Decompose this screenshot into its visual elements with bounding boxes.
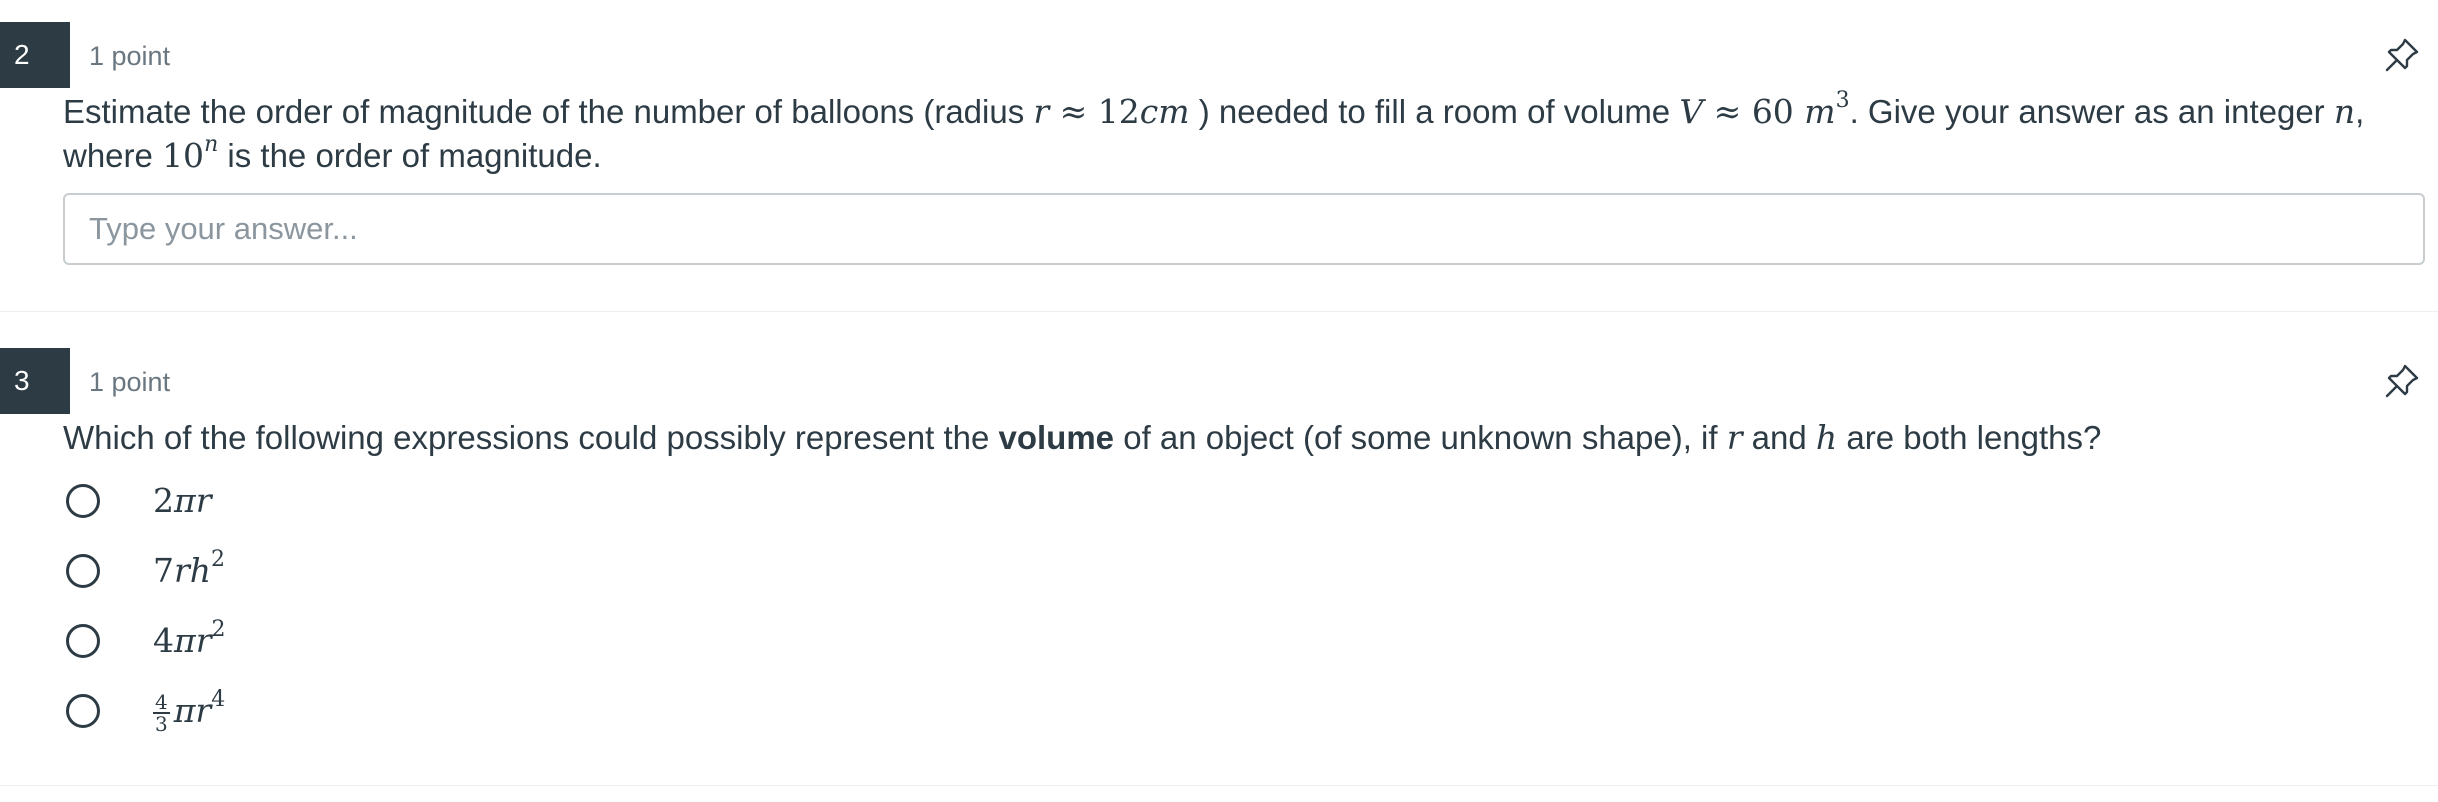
expr-exponent: 2 — [211, 617, 226, 642]
expr-body: πr — [173, 691, 212, 730]
answer-choice-3[interactable]: 4πr2 — [63, 615, 763, 671]
question-divider — [0, 311, 2438, 312]
prompt-text: . Give your answer as an integer — [1849, 93, 2334, 130]
question-number-badge: 3 — [0, 348, 70, 414]
answer-choice-4[interactable]: 4 3 πr4 — [63, 685, 763, 741]
answer-choice-1[interactable]: 2πr — [63, 475, 763, 531]
prompt-text: are both lengths? — [1837, 419, 2102, 456]
prompt-text: is the order of magnitude. — [218, 137, 602, 174]
expr-body: πr — [174, 621, 212, 660]
expr-coefficient: 2 — [153, 481, 174, 520]
radio-button[interactable] — [66, 694, 100, 728]
choice-expression: 4πr2 — [153, 617, 225, 665]
pin-icon[interactable] — [2383, 362, 2421, 400]
math-approx: ≈ — [1703, 92, 1752, 131]
expr-coefficient: 7 — [153, 551, 174, 590]
expr-exponent: 4 — [211, 687, 226, 712]
radio-button[interactable] — [66, 624, 100, 658]
math-number: 10 — [162, 136, 205, 175]
math-volume-var: V — [1679, 92, 1704, 131]
points-label: 1 point — [89, 41, 171, 71]
math-height-var: h — [1815, 418, 1838, 457]
expr-exponent: 2 — [211, 547, 226, 572]
prompt-bold-text: volume — [998, 419, 1115, 456]
math-radius-var: r — [1033, 92, 1050, 131]
choice-expression: 7rh2 — [153, 547, 225, 595]
question-2: 2 1 point Estimate the order of magnitud… — [0, 22, 2438, 312]
expr-coefficient: 4 — [153, 621, 174, 660]
points-label: 1 point — [89, 367, 171, 397]
prompt-text: and — [1742, 419, 1816, 456]
math-unit: m — [1804, 92, 1836, 131]
question-prompt: Estimate the order of magnitude of the n… — [63, 90, 2423, 178]
question-divider — [0, 785, 2438, 786]
math-number: 12 — [1097, 92, 1140, 131]
prompt-text: Estimate the order of magnitude of the n… — [63, 93, 1034, 130]
prompt-text: of an object (of some unknown shape), if — [1114, 419, 1727, 456]
fraction-denominator: 3 — [155, 712, 168, 736]
math-exponent: n — [204, 132, 219, 157]
prompt-text: Which of the following expressions could… — [63, 419, 999, 456]
answer-choice-2[interactable]: 7rh2 — [63, 545, 763, 601]
math-number: 60 — [1751, 92, 1805, 131]
choice-expression: 2πr — [153, 477, 211, 525]
fraction-numerator: 4 — [153, 690, 170, 714]
math-approx: ≈ — [1049, 92, 1098, 131]
expr-body: πr — [174, 481, 212, 520]
math-exponent: 3 — [1835, 88, 1850, 113]
question-3: 3 1 point Which of the following express… — [0, 348, 2438, 780]
math-unit: cm — [1139, 92, 1190, 131]
radio-button[interactable] — [66, 484, 100, 518]
pin-icon[interactable] — [2383, 36, 2421, 74]
question-number-badge: 2 — [0, 22, 70, 88]
radio-button[interactable] — [66, 554, 100, 588]
question-prompt: Which of the following expressions could… — [63, 416, 2423, 460]
expr-body: rh — [174, 551, 212, 590]
math-integer-var: n — [2333, 92, 2356, 131]
answer-input[interactable] — [63, 193, 2425, 265]
math-radius-var: r — [1726, 418, 1743, 457]
expr-fraction: 43 — [153, 692, 170, 734]
prompt-text: ) needed to fill a room of volume — [1189, 93, 1680, 130]
choice-expression: 4 3 πr4 — [153, 687, 225, 735]
